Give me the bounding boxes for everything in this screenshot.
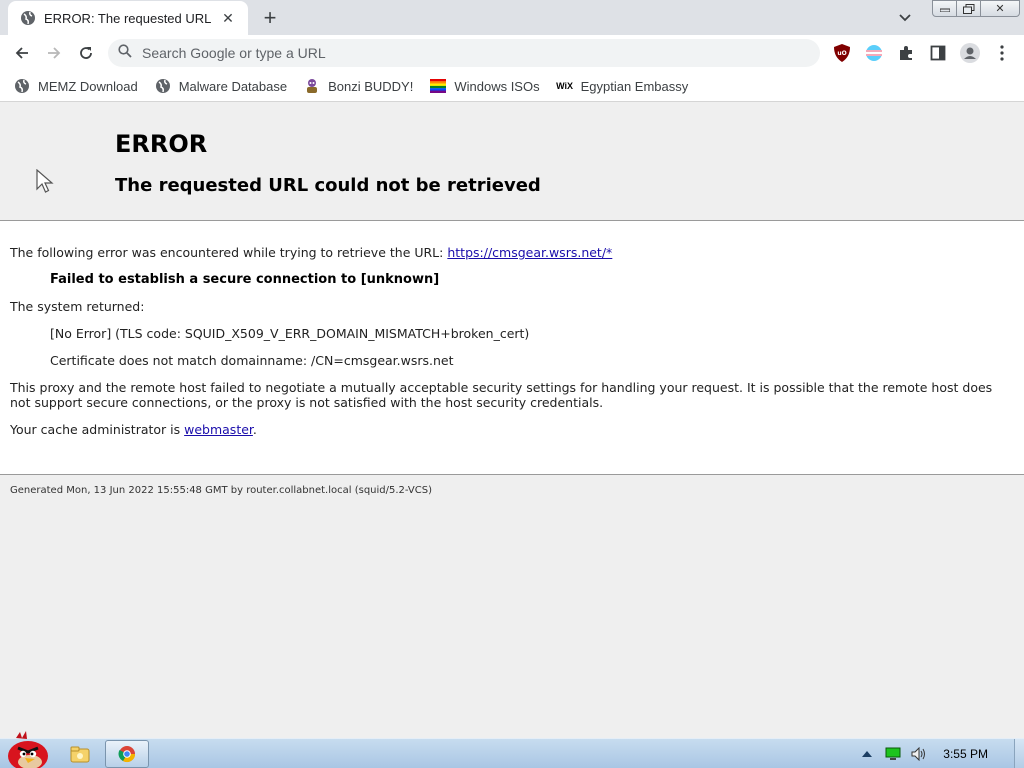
rainbow-flag-icon xyxy=(430,78,447,94)
system-returned-label: The system returned: xyxy=(10,299,145,314)
mouse-cursor-icon xyxy=(36,168,54,200)
bookmarks-bar: MEMZ Download Malware Database Bonzi BUD… xyxy=(0,71,1024,102)
bookmark-label: Egyptian Embassy xyxy=(580,78,689,94)
back-icon[interactable] xyxy=(9,40,35,66)
globe-icon xyxy=(20,10,36,26)
bookmark-label: Windows ISOs xyxy=(454,78,540,94)
taskbar: 3:55 PM xyxy=(0,731,1024,768)
browser-tab[interactable]: ERROR: The requested URL co ✕ xyxy=(8,1,248,35)
cert-error-text: Certificate does not match domainname: /… xyxy=(50,353,454,368)
profile-avatar-icon[interactable] xyxy=(959,42,981,64)
error-subheading: The requested URL could not be retrieved xyxy=(115,175,541,196)
trans-flag-extension-icon[interactable] xyxy=(863,42,885,64)
taskbar-clock[interactable]: 3:55 PM xyxy=(943,747,988,761)
bonzi-icon xyxy=(304,78,320,94)
admin-text: Your cache administrator is xyxy=(10,422,185,437)
tab-close-icon[interactable]: ✕ xyxy=(218,8,238,28)
browser-toolbar: uO xyxy=(0,35,1024,71)
omnibox-input[interactable] xyxy=(142,45,782,61)
generated-footer: Generated Mon, 13 Jun 2022 15:55:48 GMT … xyxy=(10,485,433,496)
bookmark-malware-database[interactable]: Malware Database xyxy=(155,78,287,94)
admin-period: . xyxy=(252,422,257,437)
speaker-icon[interactable] xyxy=(909,744,929,764)
bookmark-label: Bonzi BUDDY! xyxy=(328,78,414,94)
network-icon[interactable] xyxy=(883,744,903,764)
error-details: The following error was encountered whil… xyxy=(0,221,1024,475)
svg-text:uO: uO xyxy=(837,50,846,57)
intro-text: The following error was encountered whil… xyxy=(10,245,448,260)
show-hidden-icons-icon[interactable] xyxy=(857,744,877,764)
start-button-angry-bird-icon[interactable] xyxy=(2,730,50,768)
tab-search-icon[interactable] xyxy=(894,7,916,29)
minimize-button[interactable] xyxy=(932,0,957,17)
forward-icon[interactable] xyxy=(41,40,67,66)
page-content: ERROR The requested URL could not be ret… xyxy=(0,102,1024,738)
explanation-text: This proxy and the remote host failed to… xyxy=(10,380,993,410)
error-heading: ERROR xyxy=(115,130,208,158)
intro-line: The following error was encountered whil… xyxy=(10,245,612,260)
taskbar-chrome-icon[interactable] xyxy=(105,740,149,768)
system-tray: 3:55 PM xyxy=(857,739,1024,768)
show-desktop-button[interactable] xyxy=(1014,739,1024,768)
taskbar-explorer-icon[interactable] xyxy=(58,740,102,768)
menu-kebab-icon[interactable] xyxy=(991,42,1013,64)
reload-icon[interactable] xyxy=(73,40,99,66)
webmaster-link[interactable]: webmaster xyxy=(184,422,253,437)
ublock-icon[interactable]: uO xyxy=(831,42,853,64)
error-url-link[interactable]: https://cmsgear.wsrs.net/* xyxy=(447,245,612,260)
globe-icon xyxy=(155,78,171,94)
tab-strip: ERROR: The requested URL co ✕ + ✕ xyxy=(0,0,1024,35)
wix-icon: WiX xyxy=(556,81,574,91)
error-title: Failed to establish a secure connection … xyxy=(50,272,440,287)
bookmark-memz-download[interactable]: MEMZ Download xyxy=(14,78,138,94)
bookmark-label: Malware Database xyxy=(178,78,288,94)
admin-line: Your cache administrator is webmaster. xyxy=(10,422,257,437)
extensions-puzzle-icon[interactable] xyxy=(895,42,917,64)
omnibox[interactable] xyxy=(108,39,820,67)
bookmark-egyptian-embassy[interactable]: WiX Egyptian Embassy xyxy=(556,78,689,94)
new-tab-button[interactable]: + xyxy=(258,5,282,30)
search-icon xyxy=(118,43,132,63)
side-panel-icon[interactable] xyxy=(927,42,949,64)
tab-title: ERROR: The requested URL co xyxy=(44,10,214,26)
bookmark-windows-isos[interactable]: Windows ISOs xyxy=(430,78,540,94)
window-controls: ✕ xyxy=(932,0,1020,18)
tls-error-text: [No Error] (TLS code: SQUID_X509_V_ERR_D… xyxy=(50,326,530,341)
bookmark-bonzi-buddy[interactable]: Bonzi BUDDY! xyxy=(304,78,413,94)
close-window-button[interactable]: ✕ xyxy=(980,0,1020,17)
restore-button[interactable] xyxy=(956,0,981,17)
error-header: ERROR The requested URL could not be ret… xyxy=(0,102,1024,221)
globe-icon xyxy=(14,78,30,94)
bookmark-label: MEMZ Download xyxy=(38,78,138,94)
